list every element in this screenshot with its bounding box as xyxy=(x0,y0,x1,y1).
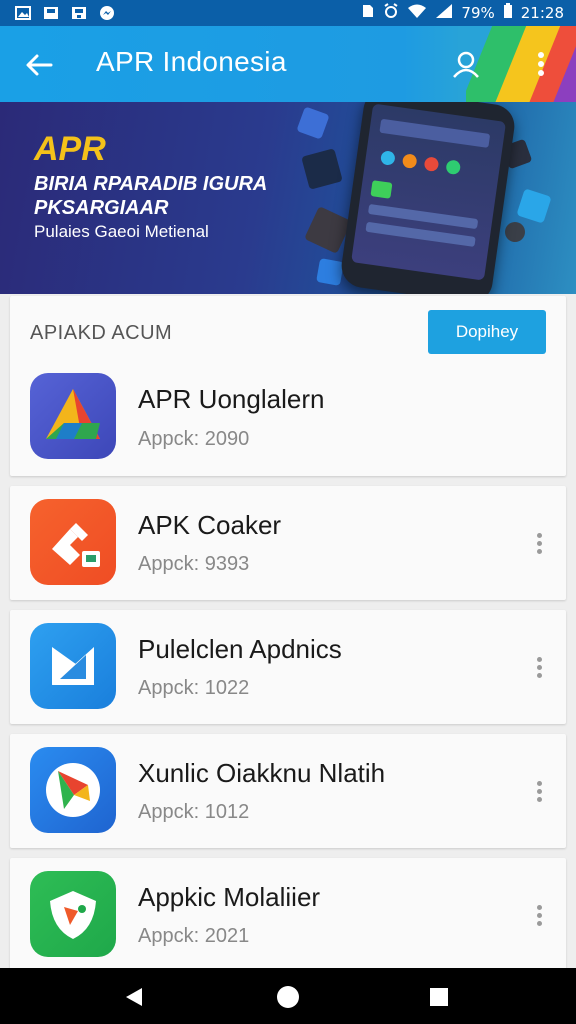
signal-icon xyxy=(435,3,453,23)
overflow-menu-button[interactable] xyxy=(528,46,554,82)
banner-title: APR xyxy=(34,130,106,168)
battery-icon xyxy=(503,3,513,23)
list-item-name-4[interactable]: Xunlic Oiakknu Nlatih xyxy=(138,758,385,789)
nav-recents-button[interactable] xyxy=(424,982,454,1012)
list-item-meta-5: Appck: 2021 xyxy=(138,925,250,947)
back-triangle-icon xyxy=(126,988,142,1006)
status-left-icons xyxy=(14,5,116,21)
phone-screen-icons xyxy=(365,119,490,247)
tools-app-icon xyxy=(52,523,100,567)
wifi-icon xyxy=(407,3,427,23)
app-title: APR Indonesia xyxy=(96,46,287,77)
alarm-icon xyxy=(383,3,399,23)
triangle-app-icon xyxy=(46,389,100,439)
app-icon-3[interactable] xyxy=(30,623,116,709)
system-nav-bar xyxy=(0,968,576,1024)
play-app-icon xyxy=(46,763,100,817)
decor-cube xyxy=(505,222,525,242)
decor-cube xyxy=(516,188,552,224)
messenger-icon xyxy=(98,5,116,21)
more-vert-icon xyxy=(538,52,544,76)
account-button[interactable] xyxy=(448,46,484,82)
save-icon xyxy=(70,5,88,21)
app-bar: APR Indonesia xyxy=(0,26,576,102)
more-options-button-4[interactable] xyxy=(530,776,548,806)
status-bar: 79% 21:28 xyxy=(0,0,576,26)
banner-subtitle: BIRIA RPARADIB IGURA PKSARGIAAR xyxy=(34,173,267,219)
more-options-button-2[interactable] xyxy=(530,528,548,558)
list-item-meta-2: Appck: 9393 xyxy=(138,553,250,575)
list-item-name-3[interactable]: Pulelclen Apdnics xyxy=(138,634,342,665)
shield-app-icon xyxy=(50,891,96,939)
section-title: APIAKD ACUM xyxy=(30,322,173,344)
app-icon-5[interactable] xyxy=(30,871,116,957)
display-button[interactable]: Dopihey xyxy=(428,310,546,354)
gallery-icon xyxy=(14,5,32,21)
phone-illustration xyxy=(338,102,518,294)
status-right: 79% 21:28 xyxy=(361,3,564,23)
list-item-meta-4: Appck: 1012 xyxy=(138,801,250,823)
more-options-button-3[interactable] xyxy=(530,652,548,682)
nav-back-button[interactable] xyxy=(118,982,148,1012)
list-item-name-1[interactable]: APR Uonglalern xyxy=(138,384,324,415)
list-item-meta-3: Appck: 1022 xyxy=(138,677,250,699)
kite-app-icon xyxy=(52,647,94,685)
app-icon-4[interactable] xyxy=(30,747,116,833)
banner-caption: Pulaies Gaeoi Metienal xyxy=(34,222,209,241)
status-time: 21:28 xyxy=(520,4,564,22)
promo-banner[interactable]: APR BIRIA RPARADIB IGURA PKSARGIAAR Pula… xyxy=(0,102,576,294)
app-icon-2[interactable] xyxy=(30,499,116,585)
more-options-button-5[interactable] xyxy=(530,900,548,930)
battery-percent: 79% xyxy=(461,4,495,22)
nav-home-button[interactable] xyxy=(273,982,303,1012)
recents-square-icon xyxy=(430,988,448,1006)
arrow-left-icon xyxy=(26,54,53,76)
app-icon-1[interactable] xyxy=(30,373,116,459)
save-icon xyxy=(42,5,60,21)
sim-icon xyxy=(361,3,375,23)
list-item-name-2[interactable]: APK Coaker xyxy=(138,510,281,541)
home-circle-icon xyxy=(277,986,299,1008)
user-icon xyxy=(453,51,479,78)
decor-cube xyxy=(296,106,330,140)
phone-screen xyxy=(351,103,507,281)
list-item-name-5[interactable]: Appkic Molaliier xyxy=(138,882,320,913)
list-item-meta-1: Appck: 2090 xyxy=(138,428,250,450)
back-button[interactable] xyxy=(22,48,56,82)
decor-cube xyxy=(316,258,344,286)
